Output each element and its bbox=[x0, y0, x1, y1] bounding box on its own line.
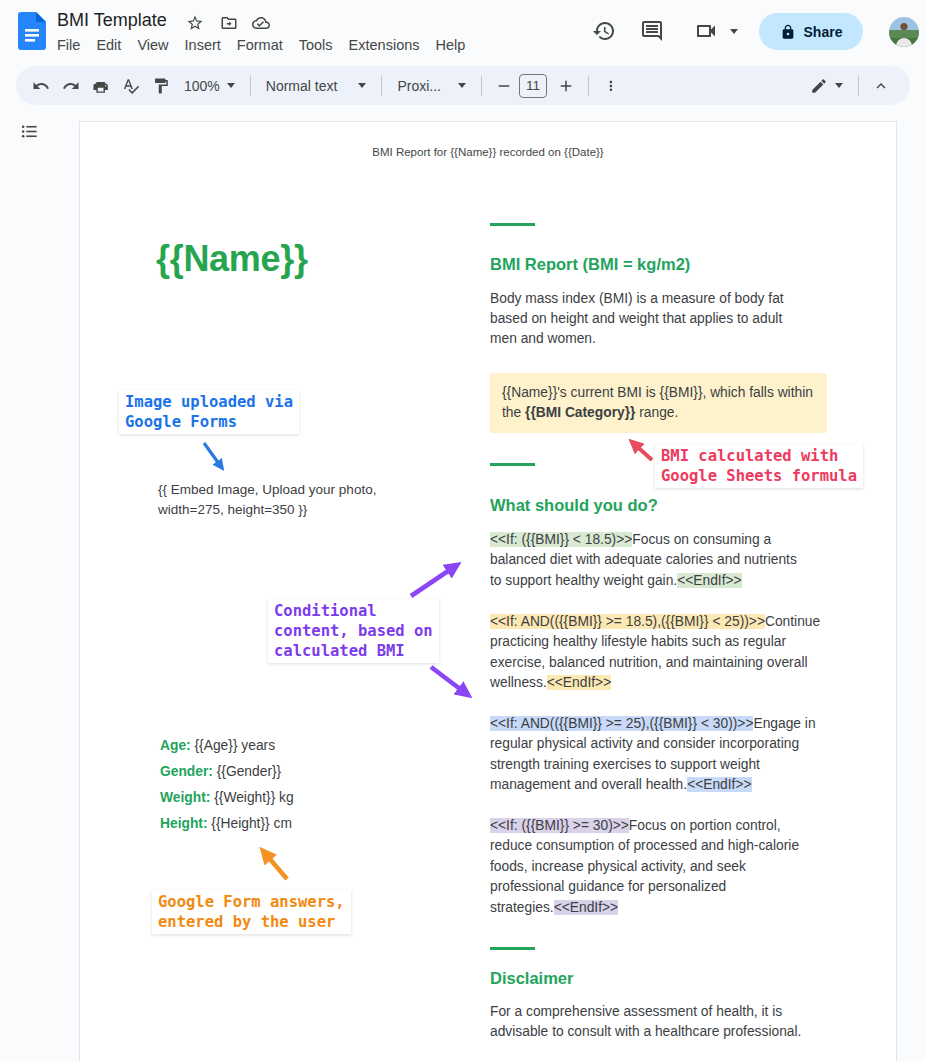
move-folder-icon[interactable] bbox=[220, 14, 238, 32]
section-divider bbox=[490, 947, 535, 950]
increase-font-size-button[interactable] bbox=[551, 71, 581, 101]
menu-bar: File Edit View Insert Format Tools Exten… bbox=[49, 35, 473, 55]
document-outline-icon[interactable] bbox=[20, 122, 39, 141]
annotation-bmi-note: BMI calculated with Google Sheets formul… bbox=[655, 444, 863, 488]
document-title[interactable]: BMI Template bbox=[57, 10, 167, 31]
stat-weight: Weight: {{Weight}} kg bbox=[160, 790, 294, 805]
formatting-toolbar: 100% Normal text Proxi... 11 bbox=[16, 66, 910, 105]
print-button[interactable] bbox=[86, 71, 116, 101]
spelling-check-button[interactable] bbox=[116, 71, 146, 101]
menu-view[interactable]: View bbox=[129, 35, 176, 55]
annotation-form-note: Google Form answers, entered by the user bbox=[152, 890, 351, 934]
redo-button[interactable] bbox=[56, 71, 86, 101]
disclaimer-body: For a comprehensive assessment of health… bbox=[490, 1002, 855, 1042]
menu-tools[interactable]: Tools bbox=[291, 35, 341, 55]
zoom-select[interactable]: 100% bbox=[176, 78, 243, 94]
condition-normal: <<If: AND(({{BMI}} >= 18.5),({{BMI}} < 2… bbox=[490, 612, 855, 694]
bmi-callout-box: {{Name}}'s current BMI is {{BMI}}, which… bbox=[490, 373, 827, 433]
condition-underweight: <<If: ({{BMI}} < 18.5)>>Focus on consumi… bbox=[490, 530, 855, 591]
decrease-font-size-button[interactable] bbox=[489, 71, 519, 101]
annotation-image-note: Image uploaded via Google Forms bbox=[119, 390, 299, 434]
bmi-report-body: Body mass index (BMI) is a measure of bo… bbox=[490, 289, 855, 349]
comment-icon[interactable] bbox=[640, 19, 664, 43]
annotation-conditional-note: Conditional content, based on calculated… bbox=[268, 599, 439, 663]
share-button[interactable]: Share bbox=[759, 13, 863, 50]
bmi-report-heading: BMI Report (BMI = kg/m2) bbox=[490, 255, 690, 274]
disclaimer-heading: Disclaimer bbox=[490, 969, 573, 988]
font-select[interactable]: Proxi... bbox=[389, 78, 474, 94]
menu-edit[interactable]: Edit bbox=[88, 35, 129, 55]
font-size-input[interactable]: 11 bbox=[519, 74, 547, 98]
paragraph-style-select[interactable]: Normal text bbox=[258, 78, 375, 94]
meet-dropdown-caret[interactable] bbox=[730, 29, 738, 34]
blue-arrow bbox=[204, 443, 222, 468]
stat-gender: Gender: {{Gender}} bbox=[160, 764, 281, 779]
undo-button[interactable] bbox=[26, 71, 56, 101]
share-label: Share bbox=[804, 24, 843, 40]
menu-format[interactable]: Format bbox=[229, 35, 291, 55]
orange-arrow bbox=[263, 851, 287, 879]
what-should-you-do-heading: What should you do? bbox=[490, 496, 658, 515]
page-header-text: BMI Report for {{Name}} recorded on {{Da… bbox=[80, 146, 896, 158]
section-divider bbox=[490, 463, 535, 466]
meet-video-icon[interactable] bbox=[694, 19, 718, 43]
red-arrow bbox=[632, 442, 652, 460]
stat-height: Height: {{Height}} cm bbox=[160, 816, 292, 831]
pen-icon bbox=[810, 77, 828, 95]
purple-arrow-up bbox=[411, 565, 457, 596]
name-placeholder-heading: {{Name}} bbox=[156, 238, 308, 280]
condition-obese: <<If: ({{BMI}} >= 30)>>Focus on portion … bbox=[490, 816, 855, 918]
star-icon[interactable] bbox=[186, 14, 204, 32]
google-docs-logo[interactable] bbox=[18, 12, 46, 50]
account-avatar[interactable] bbox=[889, 17, 919, 47]
menu-extensions[interactable]: Extensions bbox=[341, 35, 428, 55]
section-divider bbox=[490, 223, 535, 226]
embed-image-placeholder: {{ Embed Image, Upload your photo, width… bbox=[158, 480, 376, 519]
menu-help[interactable]: Help bbox=[428, 35, 474, 55]
purple-arrow-down bbox=[431, 667, 468, 695]
cloud-status-icon[interactable] bbox=[252, 14, 270, 32]
hide-menus-button[interactable] bbox=[866, 71, 896, 101]
lock-icon bbox=[780, 24, 796, 40]
document-page[interactable]: BMI Report for {{Name}} recorded on {{Da… bbox=[79, 121, 897, 1061]
menu-insert[interactable]: Insert bbox=[177, 35, 229, 55]
version-history-icon[interactable] bbox=[592, 19, 616, 43]
condition-overweight: <<If: AND(({{BMI}} >= 25),({{BMI}} < 30)… bbox=[490, 714, 855, 796]
menu-file[interactable]: File bbox=[49, 35, 88, 55]
stat-age: Age: {{Age}} years bbox=[160, 738, 275, 753]
editing-mode-select[interactable] bbox=[802, 77, 851, 95]
more-options-button[interactable] bbox=[596, 71, 626, 101]
paint-format-button[interactable] bbox=[146, 71, 176, 101]
